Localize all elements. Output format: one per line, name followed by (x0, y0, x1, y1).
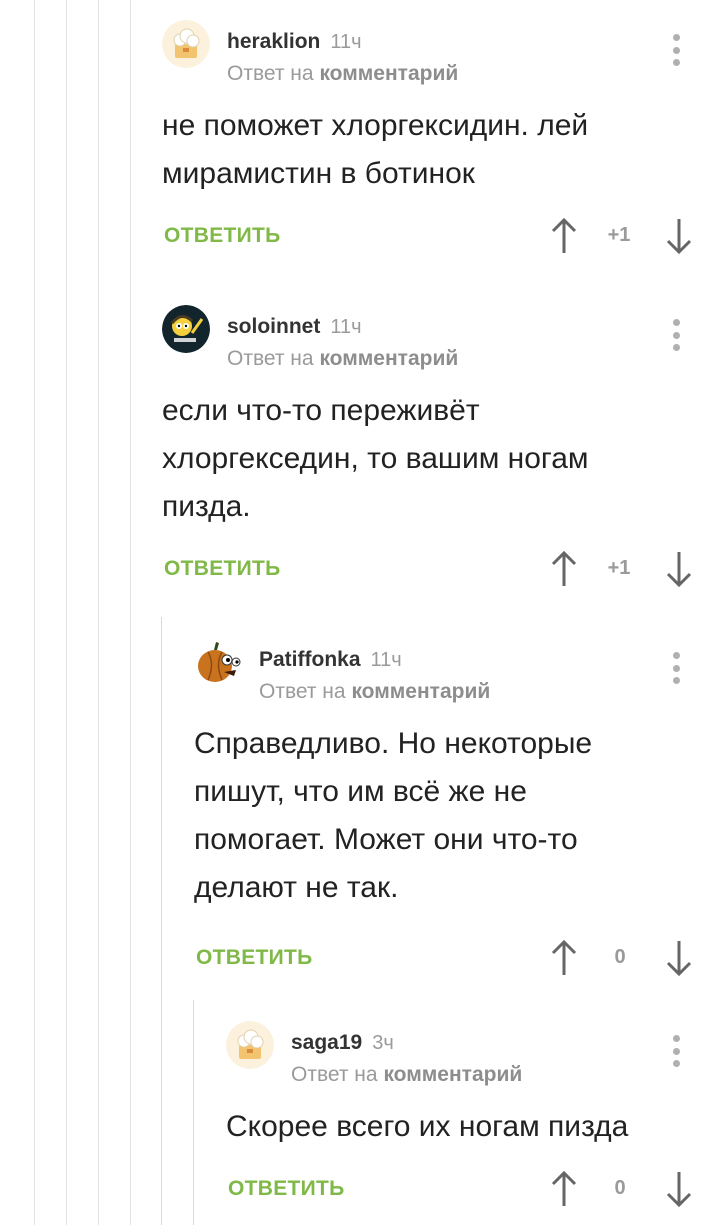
comment-header: heraklion 11ч Ответ на комментарий (162, 20, 720, 90)
thread-line (98, 0, 99, 1225)
reply-to: Ответ на комментарий (227, 62, 459, 85)
upvote-arrow-icon[interactable] (549, 549, 579, 589)
author-name[interactable]: saga19 3ч (291, 1031, 394, 1055)
rating-score: +1 (607, 557, 631, 579)
comment-time: 3ч (372, 1032, 394, 1054)
upvote-arrow-icon[interactable] (549, 216, 579, 256)
thread-line (193, 1000, 194, 1225)
reply-to: Ответ на комментарий (259, 680, 491, 703)
rating-score: 0 (614, 1177, 626, 1199)
comment-actions: ОТВЕТИТЬ +1 (162, 210, 720, 270)
comment-actions: ОТВЕТИТЬ +1 (162, 543, 720, 603)
chef-hat-avatar-icon[interactable] (226, 1021, 274, 1069)
downvote-arrow-icon[interactable] (664, 938, 694, 978)
upvote-arrow-icon[interactable] (549, 938, 579, 978)
comment-time: 11ч (370, 649, 402, 671)
rating-score: 0 (614, 946, 626, 968)
thread-line (34, 0, 35, 1225)
chef-hat-avatar-icon[interactable] (162, 20, 210, 68)
pumpkin-avatar-icon[interactable] (194, 638, 242, 686)
rating-score: +1 (607, 224, 631, 246)
comment-header: saga19 3ч Ответ на комментарий (226, 1021, 720, 1091)
author-name[interactable]: soloinnet 11ч (227, 315, 362, 339)
thread-line (161, 617, 162, 1225)
downvote-arrow-icon[interactable] (664, 216, 694, 256)
comment: soloinnet 11ч Ответ на комментарий если ч… (162, 305, 720, 603)
comment-actions: ОТВЕТИТЬ 0 (194, 932, 720, 992)
thread-line (130, 0, 131, 1225)
reply-button[interactable]: ОТВЕТИТЬ (228, 1177, 345, 1201)
comment-text: Справедливо. Но некоторые пишут, что им … (194, 727, 593, 904)
comment-time: 11ч (330, 31, 362, 53)
parent-comment-link[interactable]: комментарий (351, 680, 490, 703)
reply-button[interactable]: ОТВЕТИТЬ (196, 946, 313, 970)
comment-text: не поможет хлоргексидин. лей мирамистин … (162, 109, 589, 190)
cartoon-character-avatar-icon[interactable] (162, 305, 210, 353)
comment-header: soloinnet 11ч Ответ на комментарий (162, 305, 720, 375)
comment-header: Patiffonka 11ч Ответ на комментарий (194, 638, 720, 708)
upvote-arrow-icon[interactable] (549, 1169, 579, 1209)
downvote-arrow-icon[interactable] (664, 1169, 694, 1209)
comment-text: Скорее всего их ногам пизда (226, 1110, 629, 1143)
comment-text: если что-то переживёт хлоргекседин, то в… (162, 394, 589, 523)
comment-actions: ОТВЕТИТЬ 0 (226, 1163, 720, 1223)
downvote-arrow-icon[interactable] (664, 549, 694, 589)
reply-button[interactable]: ОТВЕТИТЬ (164, 224, 281, 248)
reply-to: Ответ на комментарий (291, 1063, 523, 1086)
parent-comment-link[interactable]: комментарий (319, 62, 458, 85)
comment-time: 11ч (330, 316, 362, 338)
reply-button[interactable]: ОТВЕТИТЬ (164, 557, 281, 581)
more-options-icon[interactable] (672, 319, 680, 351)
parent-comment-link[interactable]: комментарий (319, 347, 458, 370)
comment: heraklion 11ч Ответ на комментарий не пом… (162, 20, 720, 270)
thread-line (66, 0, 67, 1225)
reply-to: Ответ на комментарий (227, 347, 459, 370)
comment: Patiffonka 11ч Ответ на комментарий Справ… (194, 638, 720, 992)
parent-comment-link[interactable]: комментарий (383, 1063, 522, 1086)
more-options-icon[interactable] (672, 34, 680, 66)
author-name[interactable]: heraklion 11ч (227, 30, 362, 54)
more-options-icon[interactable] (672, 652, 680, 684)
comment: saga19 3ч Ответ на комментарий Скорее все… (226, 1021, 720, 1223)
author-name[interactable]: Patiffonka 11ч (259, 648, 402, 672)
more-options-icon[interactable] (672, 1035, 680, 1067)
